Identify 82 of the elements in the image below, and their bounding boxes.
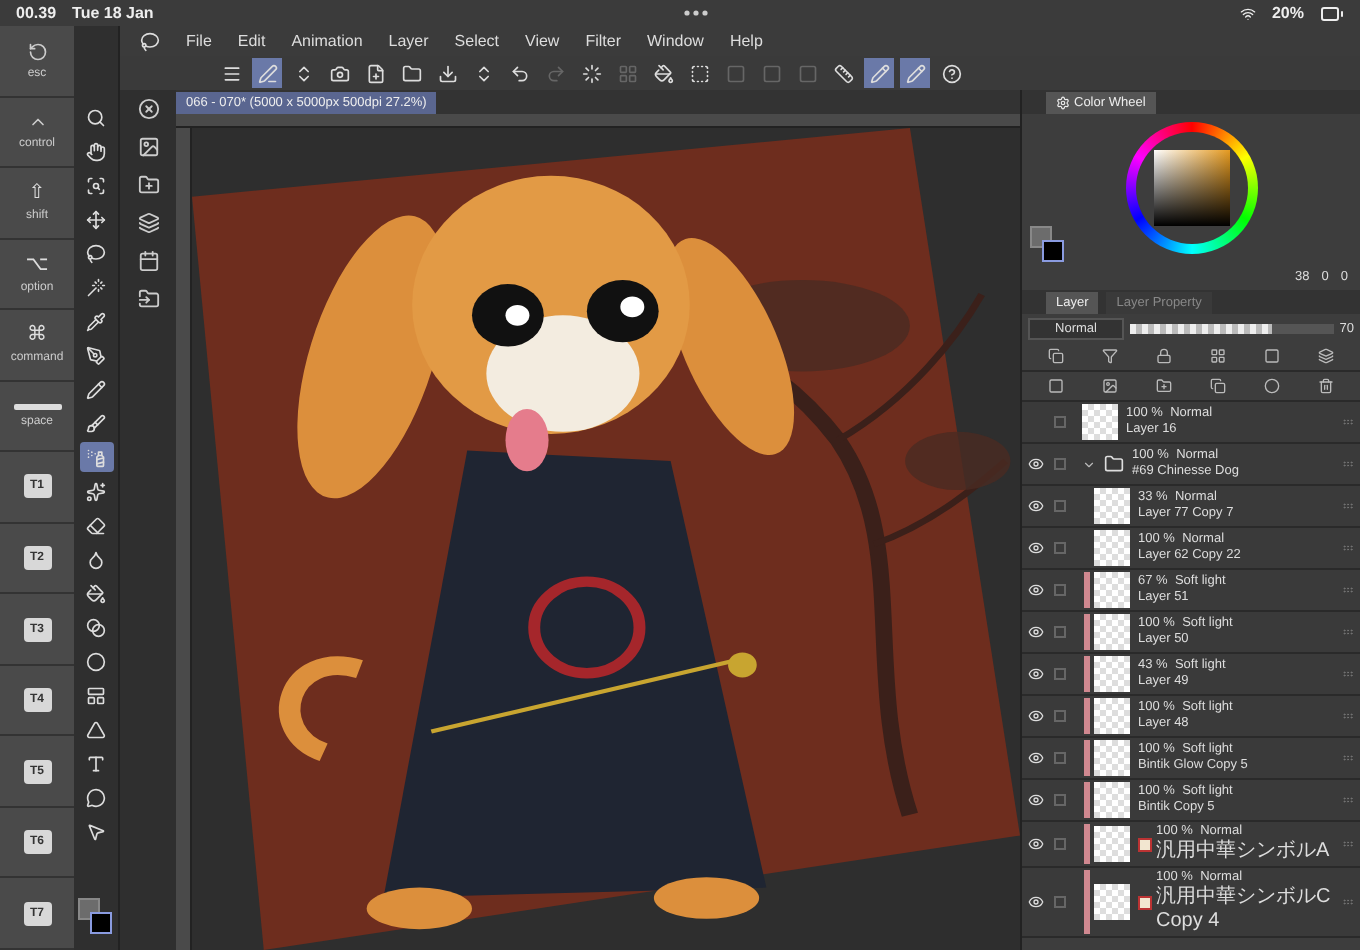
menu-item[interactable]: Filter	[585, 32, 621, 50]
layer-thumbnail	[1094, 826, 1130, 862]
folder-plus-icon[interactable]	[137, 174, 159, 196]
lock-icon[interactable]	[1155, 348, 1172, 364]
layer-thumbnail	[1094, 488, 1130, 524]
layer-thumbnail	[1094, 614, 1130, 650]
checkbox[interactable]	[1054, 896, 1066, 908]
layer-name: 汎用中華シンボルA	[1156, 840, 1332, 864]
wifi-icon	[1239, 5, 1256, 21]
eye-icon[interactable]	[1027, 498, 1043, 514]
menu-item[interactable]: File	[186, 32, 212, 50]
material-icon	[1138, 895, 1152, 909]
calendar-icon[interactable]	[137, 250, 159, 272]
eye-icon[interactable]	[1027, 540, 1043, 556]
mask-icon[interactable]	[1264, 378, 1281, 394]
eye-icon[interactable]	[1027, 666, 1043, 682]
battery-icon	[1320, 1, 1344, 25]
menu-item[interactable]: Window	[647, 32, 704, 50]
layer-thumbnail	[1094, 782, 1130, 818]
folder-icon	[1104, 454, 1124, 474]
checkbox[interactable]	[1054, 500, 1066, 512]
eye-icon[interactable]	[1027, 708, 1043, 724]
new-folder-icon[interactable]	[1155, 378, 1172, 394]
checkbox[interactable]	[1054, 416, 1066, 428]
key-symbol: ⌘	[27, 324, 47, 347]
space-bar-icon	[13, 403, 61, 410]
eye-icon[interactable]	[1027, 792, 1043, 808]
trash-icon[interactable]	[1318, 378, 1335, 394]
layer-thumbnail	[1094, 656, 1130, 692]
eye-icon[interactable]	[1027, 750, 1043, 766]
eye-icon[interactable]	[1027, 456, 1043, 472]
layer-thumbnail	[1094, 740, 1130, 776]
more-dots-icon[interactable]	[684, 10, 709, 16]
clock: 00.39	[16, 4, 57, 22]
checkbox[interactable]	[1054, 752, 1066, 764]
square-icon[interactable]	[1264, 348, 1281, 364]
chevron-down-icon[interactable]	[1082, 457, 1096, 471]
checkbox[interactable]	[1054, 584, 1066, 596]
reset-icon	[27, 41, 47, 62]
checkbox[interactable]	[1054, 668, 1066, 680]
layers-icon[interactable]	[137, 212, 159, 234]
date: Tue 18 Jan	[72, 4, 154, 22]
eye-icon[interactable]	[1027, 582, 1043, 598]
layer-thumbnail	[1094, 884, 1130, 920]
image-icon[interactable]	[1101, 378, 1118, 394]
layer-thumbnail	[1082, 404, 1118, 440]
layer-thumbnail	[1094, 572, 1130, 608]
layers-icon[interactable]	[1318, 348, 1335, 364]
menu-item[interactable]: Layer	[388, 32, 429, 50]
new-layer-icon[interactable]	[1047, 378, 1064, 394]
image-icon[interactable]	[137, 136, 159, 158]
checkbox[interactable]	[1054, 626, 1066, 638]
spray-can-icon[interactable]	[79, 442, 113, 472]
filter-icon[interactable]	[1101, 348, 1118, 364]
layer-name: 汎用中華シンボルC Copy 4	[1156, 886, 1333, 934]
saturation-square[interactable]	[1153, 150, 1229, 226]
eye-icon[interactable]	[1027, 624, 1043, 640]
menu-item[interactable]: Animation	[291, 32, 363, 50]
layer-thumbnail	[1094, 530, 1130, 566]
checkbox[interactable]	[1054, 838, 1066, 850]
checkbox[interactable]	[1054, 458, 1066, 470]
checkbox[interactable]	[1054, 542, 1066, 554]
menu-item[interactable]: View	[525, 32, 560, 50]
copy-icon[interactable]	[1210, 378, 1227, 394]
color-swatch[interactable]	[78, 898, 114, 938]
menu-item[interactable]: Select	[454, 32, 500, 50]
close-icon[interactable]	[137, 98, 159, 120]
key-symbol: ⇧	[28, 182, 46, 205]
checkbox[interactable]	[1054, 710, 1066, 722]
menu-item[interactable]: Help	[729, 32, 763, 50]
opacity-slider[interactable]	[1130, 323, 1334, 333]
grid-icon[interactable]	[1210, 348, 1227, 364]
menu-item[interactable]: Edit	[237, 32, 266, 50]
copy-icon[interactable]	[1047, 348, 1064, 364]
battery-percent: 20%	[1271, 4, 1304, 22]
eye-icon[interactable]	[1027, 894, 1043, 910]
checkbox[interactable]	[1054, 794, 1066, 806]
material-icon	[1138, 837, 1152, 851]
folder-arrow-icon[interactable]	[137, 288, 159, 310]
layer-thumbnail	[1094, 698, 1130, 734]
eye-icon[interactable]	[1027, 836, 1043, 852]
key-symbol: ⌥	[25, 253, 49, 276]
